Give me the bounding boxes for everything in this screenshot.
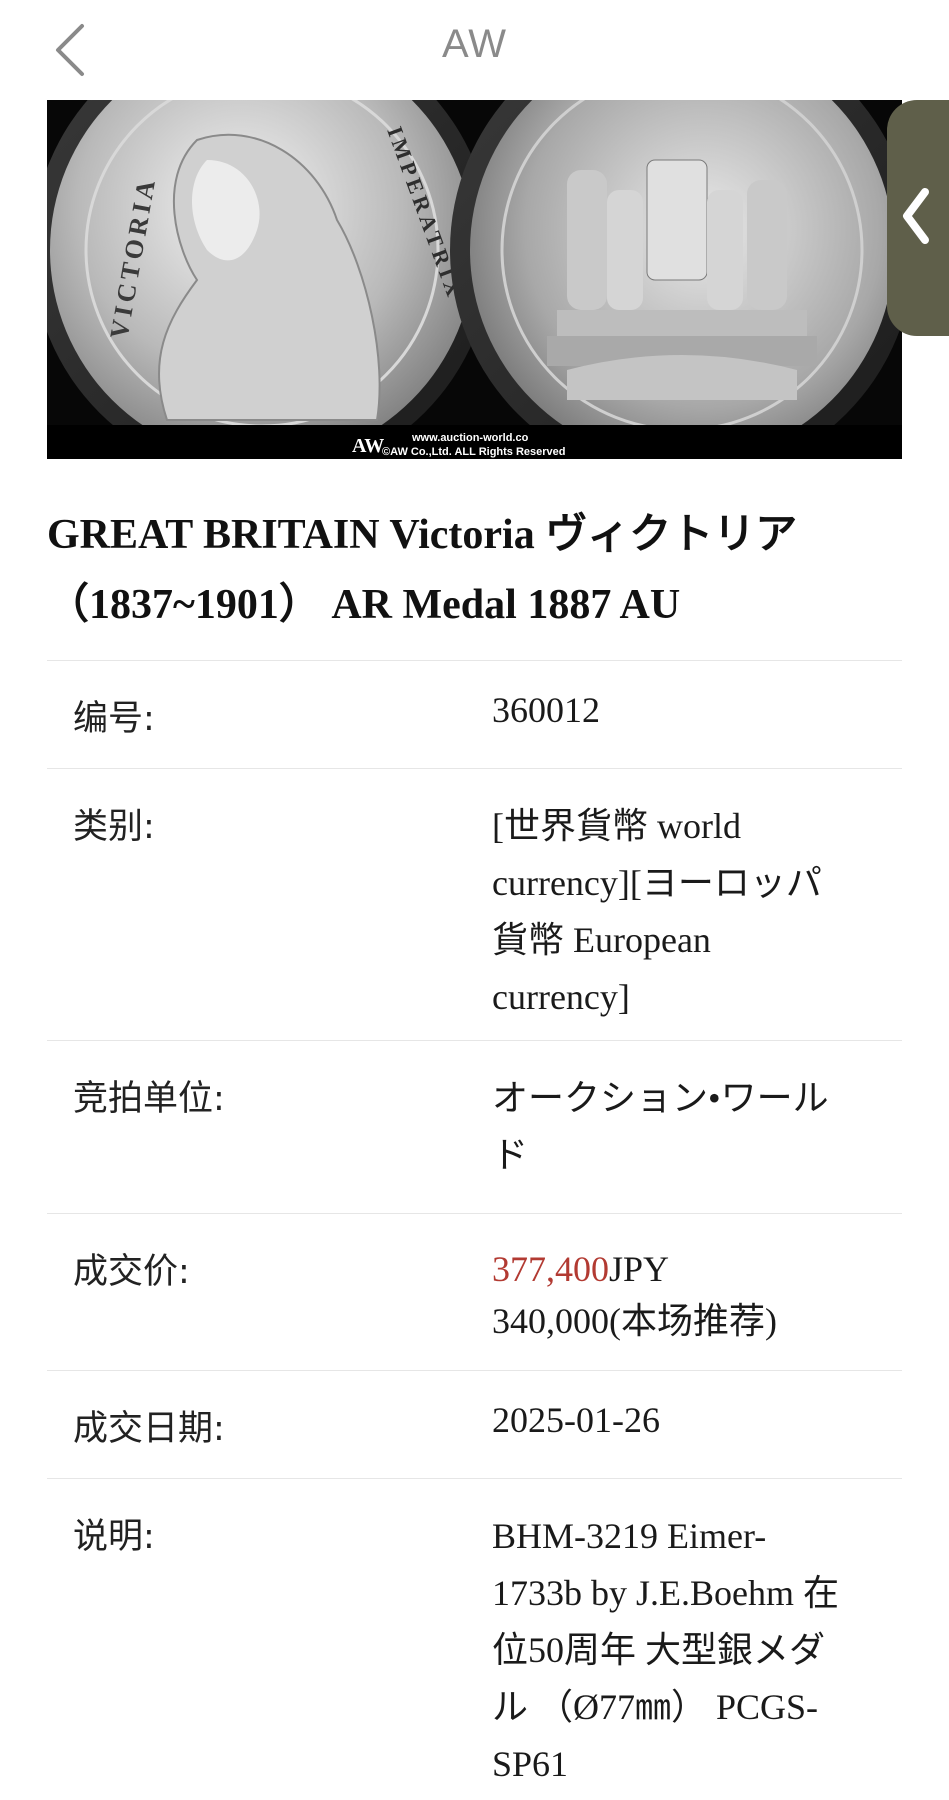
side-panel-handle[interactable] bbox=[887, 100, 949, 336]
number-value: 360012 bbox=[492, 690, 600, 730]
detail-row-auction-house: 竞拍单位: オークション•ワール ド bbox=[47, 1040, 902, 1213]
detail-row-price: 成交价: 377,400JPY 340,000(本场推荐) bbox=[47, 1213, 902, 1370]
price-amount: 377,400 bbox=[492, 1249, 609, 1289]
lot-title: GREAT BRITAIN Victoria ヴィクトリア （1837~1901… bbox=[47, 500, 902, 640]
price-currency: JPY bbox=[609, 1249, 670, 1289]
watermark-logo: AW bbox=[352, 435, 384, 457]
price-value: 377,400JPY 340,000(本场推荐) bbox=[492, 1243, 892, 1370]
description-label: 说明: bbox=[73, 1517, 155, 1557]
date-value: 2025-01-26 bbox=[492, 1400, 660, 1440]
number-label: 编号: bbox=[73, 699, 155, 739]
detail-row-description: 说明: BHM-3219 Eimer- 1733b by J.E.Boehm 在… bbox=[47, 1478, 902, 1784]
top-nav-bar: AW bbox=[0, 0, 949, 100]
lot-title-line-2: （1837~1901） AR Medal 1887 AU bbox=[47, 582, 681, 628]
medal-obverse: VICTORIA IMPERATRIX bbox=[47, 100, 492, 459]
auction-house-value: オークション•ワール ド bbox=[492, 1078, 829, 1175]
coin-photo[interactable]: VICTORIA IMPERATRIX AW www.auction-world… bbox=[47, 100, 902, 459]
medal-reverse bbox=[450, 100, 902, 459]
price-label: 成交价: bbox=[73, 1252, 190, 1292]
recommended-price: 340,000(本场推荐) bbox=[492, 1301, 777, 1341]
detail-row-date: 成交日期: 2025-01-26 bbox=[47, 1370, 902, 1478]
date-label: 成交日期: bbox=[73, 1409, 225, 1449]
page-title: AW bbox=[442, 22, 507, 66]
lot-title-line-1: GREAT BRITAIN Victoria ヴィクトリア bbox=[47, 512, 798, 558]
watermark-url: www.auction-world.co bbox=[411, 432, 529, 444]
description-value: BHM-3219 Eimer- 1733b by J.E.Boehm 在 位50… bbox=[492, 1516, 839, 1784]
detail-row-category: 类别: [世界貨幣 world currency][ヨーロッパ 貨幣 Europ… bbox=[47, 768, 902, 1040]
auction-house-label: 竞拍单位: bbox=[73, 1079, 225, 1119]
category-label: 类别: bbox=[73, 807, 155, 847]
detail-row-number: 编号: 360012 bbox=[47, 660, 902, 768]
watermark-copyright: ©AW Co.,Ltd. ALL Rights Reserved bbox=[382, 446, 566, 458]
lot-details: 编号: 360012 类别: [世界貨幣 world currency][ヨーロ… bbox=[47, 660, 902, 1784]
chevron-left-icon bbox=[903, 188, 929, 244]
category-value: [世界貨幣 world currency][ヨーロッパ 貨幣 European … bbox=[492, 806, 822, 1017]
